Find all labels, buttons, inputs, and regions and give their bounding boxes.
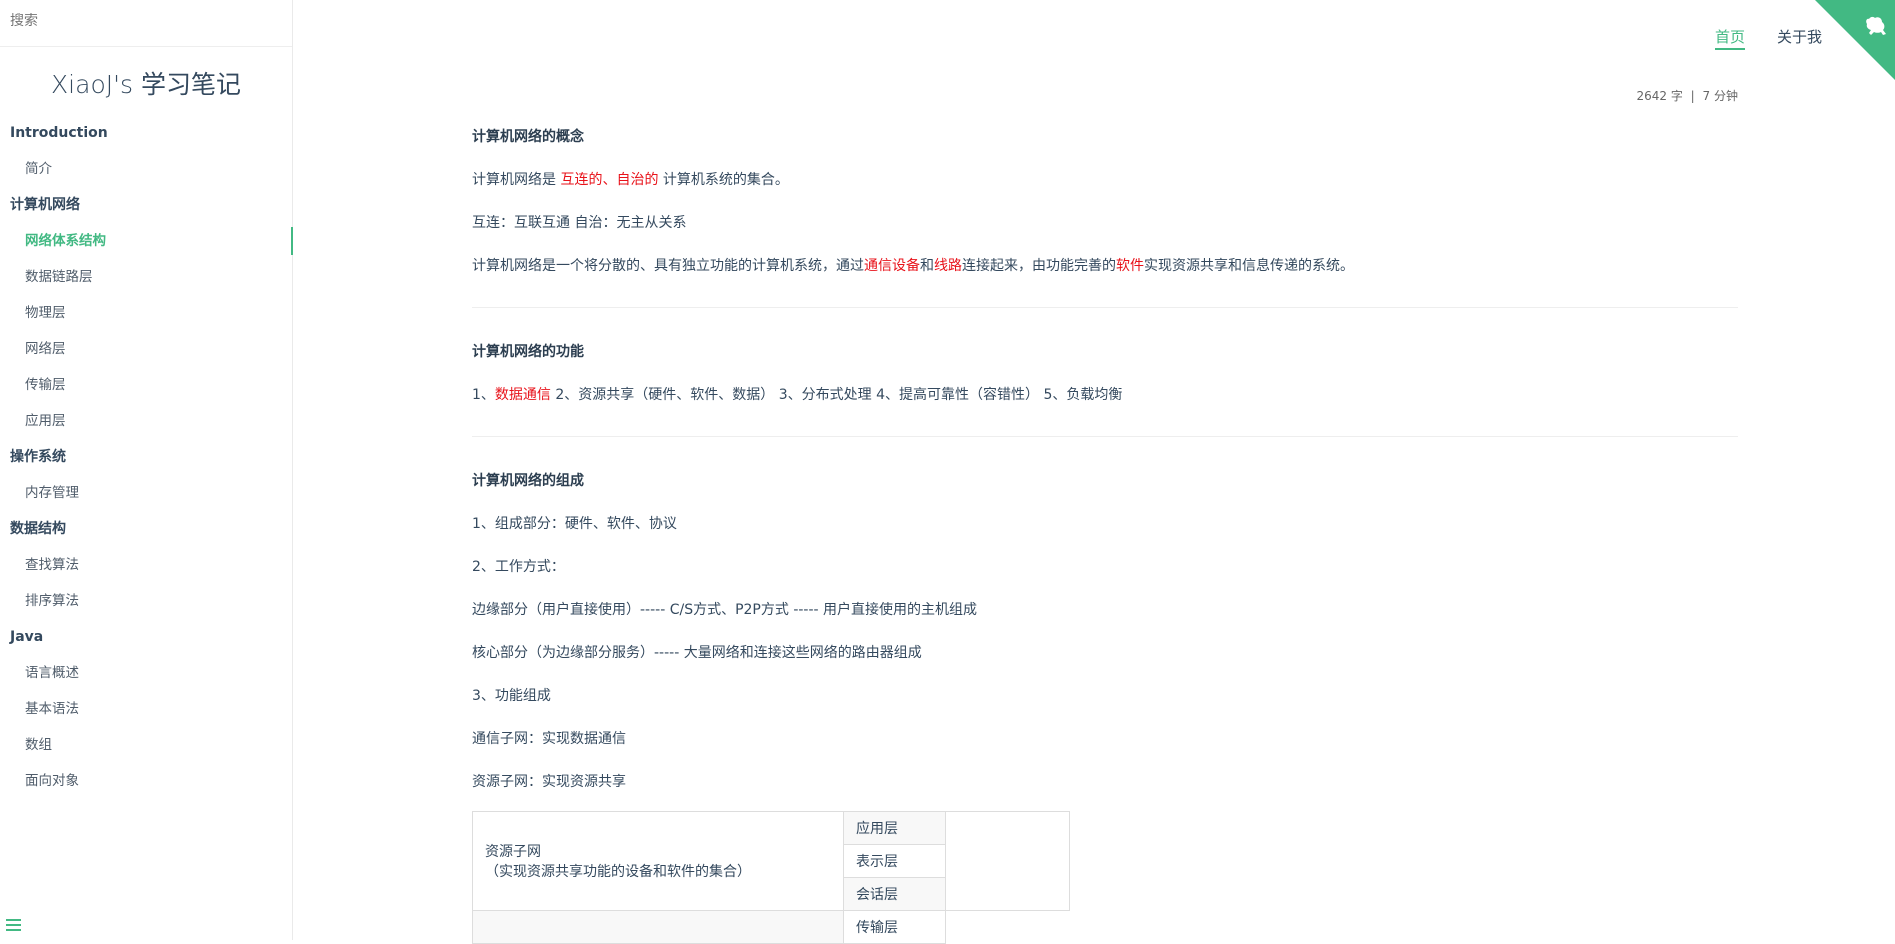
paragraph-concept-definition: 计算机网络是 互连的、自治的 计算机系统的集合。 [472, 169, 789, 189]
sidebar-item-data-link-layer[interactable]: 数据链路层 [0, 259, 292, 295]
sidebar-nav: Introduction 简介 计算机网络 网络体系结构 数据链路层 物理层 网… [0, 115, 293, 799]
nav-group-introduction: Introduction [10, 125, 108, 141]
sidebar-item-sort-algorithms[interactable]: 排序算法 [0, 583, 292, 619]
nav-group-os: 操作系统 [10, 449, 66, 465]
table-row: 资源子网 （实现资源共享功能的设备和软件的集合） 应用层 [472, 811, 1070, 911]
text: 计算机系统的集合。 [658, 172, 789, 188]
top-nav: 首页 关于我 [1714, 26, 1822, 50]
reading-meta: 2642 字 | 7 分钟 [1636, 87, 1738, 104]
sidebar-item-search-algorithms[interactable]: 查找算法 [0, 547, 292, 583]
word-count: 2642 字 [1636, 89, 1683, 103]
nav-group-network: 计算机网络 [10, 197, 80, 213]
sidebar-item-language-overview[interactable]: 语言概述 [0, 655, 292, 691]
sidebar-item-physical-layer[interactable]: 物理层 [0, 295, 292, 331]
paragraph-comm-subnet: 通信子网：实现数据通信 [472, 731, 626, 747]
section-title-concept: 计算机网络的概念 [472, 129, 584, 145]
section-title-composition: 计算机网络的组成 [472, 473, 584, 489]
table-cell-empty [945, 811, 1070, 911]
sidebar-item-network-layer[interactable]: 网络层 [0, 331, 292, 367]
sidebar-item-memory-management[interactable]: 内存管理 [0, 475, 292, 511]
meta-separator: | [1690, 89, 1695, 103]
menu-toggle-icon[interactable] [6, 919, 21, 932]
text: 和 [920, 258, 934, 274]
paragraph-work-mode: 2、工作方式： [472, 559, 565, 575]
table-cell-resource-subnet: 资源子网 （实现资源共享功能的设备和软件的集合） [472, 811, 844, 911]
sidebar-item-oop[interactable]: 面向对象 [0, 763, 292, 799]
table-cell-layer: 表示层 [843, 844, 946, 878]
paragraph-functional-composition: 3、功能组成 [472, 688, 551, 704]
nav-link-home[interactable]: 首页 [1714, 26, 1745, 50]
table-cell-layer: 应用层 [843, 811, 946, 845]
nav-group-java: Java [10, 629, 44, 645]
sidebar-item-network-architecture[interactable]: 网络体系结构 [0, 223, 293, 259]
app-name[interactable]: XiaoJ's 学习笔记 [0, 67, 292, 103]
paragraph-functions: 1、数据通信 2、资源共享（硬件、软件、数据） 3、分布式处理 4、提高可靠性（… [472, 384, 1122, 404]
highlight-text: 通信设备 [864, 258, 920, 274]
reading-time: 7 分钟 [1702, 89, 1738, 103]
sidebar: XiaoJ's 学习笔记 Introduction 简介 计算机网络 网络体系结… [0, 0, 293, 940]
section-divider [472, 436, 1738, 437]
text: 计算机网络是 [472, 172, 561, 188]
nav-group-data-structures: 数据结构 [10, 521, 66, 537]
paragraph-resource-subnet: 资源子网：实现资源共享 [472, 774, 626, 790]
text: 1、 [472, 387, 495, 403]
table-cell-text: 资源子网 [485, 844, 541, 860]
section-divider [472, 307, 1738, 308]
text: 2、资源共享（硬件、软件、数据） 3、分布式处理 4、提高可靠性（容错性） 5、… [550, 387, 1123, 403]
section-title-functions: 计算机网络的功能 [472, 344, 584, 360]
paragraph-edge-part: 边缘部分（用户直接使用）----- C/S方式、P2P方式 ----- 用户直接… [472, 602, 978, 618]
github-corner-icon[interactable] [1815, 0, 1895, 80]
highlight-text: 软件 [1116, 258, 1144, 274]
table-row: 传输层 [472, 910, 1070, 944]
sidebar-item-intro[interactable]: 简介 [0, 151, 292, 187]
highlight-text: 线路 [934, 258, 962, 274]
paragraph-components: 1、组成部分：硬件、软件、协议 [472, 516, 677, 532]
search-input[interactable] [10, 13, 270, 29]
sidebar-item-basic-syntax[interactable]: 基本语法 [0, 691, 292, 727]
highlight-text: 数据通信 [494, 387, 551, 403]
paragraph-concept-detail: 计算机网络是一个将分散的、具有独立功能的计算机系统，通过通信设备和线路连接起来，… [472, 255, 1354, 275]
text: 连接起来，由功能完善的 [962, 258, 1116, 274]
paragraph-interconnect: 互连：互联互通 自治：无主从关系 [472, 215, 687, 231]
table-cell-text: （实现资源共享功能的设备和软件的集合） [485, 864, 751, 880]
highlight-text: 互连的、自治的 [560, 172, 659, 188]
text: 计算机网络是一个将分散的、具有独立功能的计算机系统，通过 [472, 258, 864, 274]
sidebar-item-application-layer[interactable]: 应用层 [0, 403, 292, 439]
network-layer-table: 资源子网 （实现资源共享功能的设备和软件的集合） 应用层 表示层 会话层 传输层 [472, 811, 1070, 944]
table-cell-empty [946, 911, 1070, 944]
sidebar-item-arrays[interactable]: 数组 [0, 727, 292, 763]
sidebar-item-transport-layer[interactable]: 传输层 [0, 367, 292, 403]
paragraph-core-part: 核心部分（为边缘部分服务）----- 大量网络和连接这些网络的路由器组成 [472, 645, 922, 661]
table-cell-empty [472, 910, 844, 944]
text: 实现资源共享和信息传递的系统。 [1144, 258, 1354, 274]
table-cell-layer: 传输层 [843, 910, 946, 944]
table-cell-layer: 会话层 [843, 877, 946, 911]
search-box [0, 0, 292, 47]
